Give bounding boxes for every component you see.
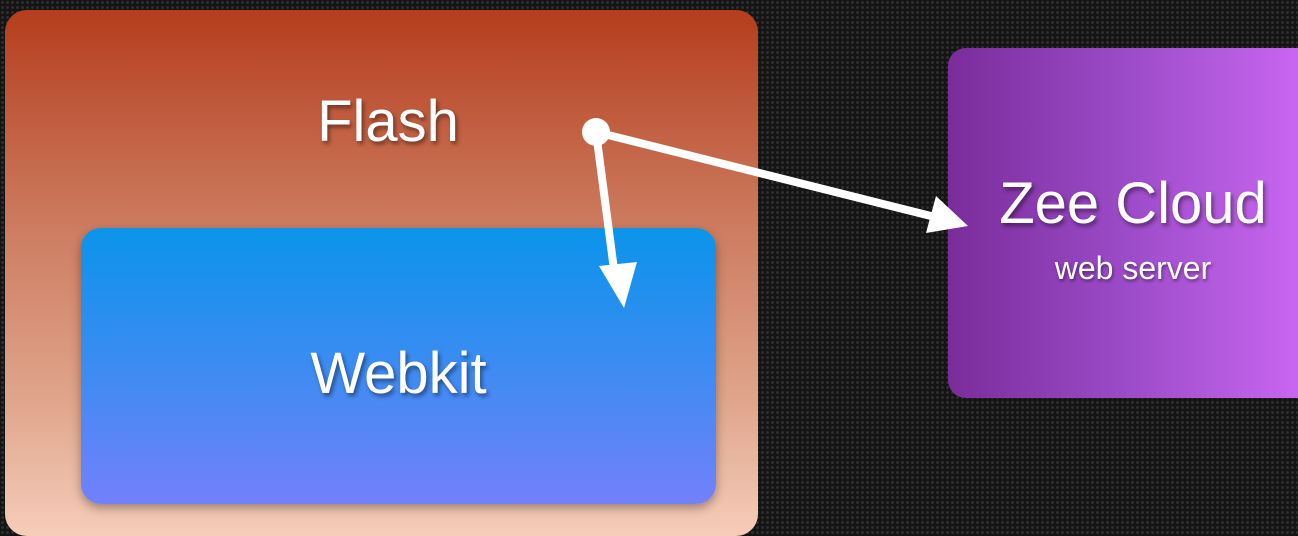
connection-arrows (582, 118, 968, 308)
arrow-origin-dot (582, 118, 610, 146)
arrow-flash-to-cloud (592, 128, 959, 226)
arrow-flash-to-cloud-head (926, 196, 968, 233)
arrow-flash-to-webkit (592, 128, 620, 289)
arrow-flash-to-webkit-head (599, 262, 637, 308)
